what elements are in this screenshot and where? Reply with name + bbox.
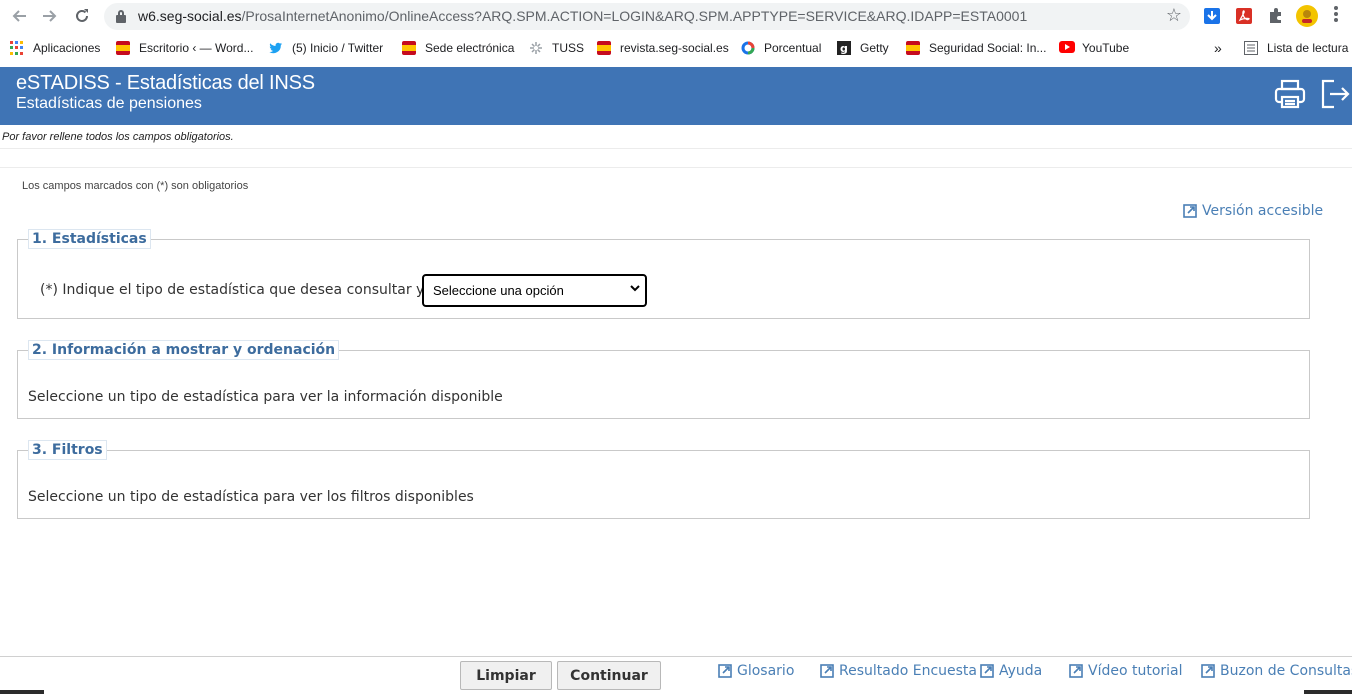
ring-icon [741,41,755,55]
bookmark-tuss[interactable]: TUSS [529,40,584,56]
youtube-icon [1059,41,1075,55]
printer-icon[interactable] [1273,77,1307,111]
footer-link-label: Vídeo tutorial [1088,663,1183,679]
footer-link-label: Resultado Encuesta [839,663,978,679]
reload-icon[interactable] [70,5,94,27]
external-link-icon [1069,664,1083,678]
footer-divider [0,656,1352,657]
bookmark-escritorio[interactable]: Escritorio ‹ — Word... [116,40,253,56]
spain-shield-icon [597,41,611,55]
twitter-icon [269,41,283,55]
bookmarks-overflow-button[interactable]: » [1214,40,1222,56]
forward-arrow-icon[interactable] [38,5,62,27]
bookmark-seguridad[interactable]: Seguridad Social: In... [906,40,1046,56]
bookmark-label: Sede electrónica [425,41,515,55]
bookmark-revista[interactable]: revista.seg-social.es [597,40,729,56]
puzzle-extensions-icon[interactable] [1266,6,1286,26]
continue-button[interactable]: Continuar [557,661,661,690]
star-icon[interactable]: ☆ [1166,5,1182,26]
bookmark-porcentual[interactable]: Porcentual [741,40,821,56]
external-link-icon [820,664,834,678]
lock-icon[interactable] [116,10,126,23]
footer-link-glosario[interactable]: Glosario [718,663,794,679]
bookmarks-bar: Aplicaciones Escritorio ‹ — Word... (5) … [0,33,1352,63]
section-filters: 3. Filtros Seleccione un tipo de estadís… [17,440,1310,519]
statistic-type-select[interactable]: Seleccione una opción [422,274,647,307]
external-link-icon [980,664,994,678]
footer-link-video-tutorial[interactable]: Vídeo tutorial [1069,663,1183,679]
tuss-icon [529,41,543,55]
footer-link-buzon-consultas[interactable]: Buzon de Consultas [1201,663,1352,679]
section-statistics: 1. Estadísticas (*) Indique el tipo de e… [17,229,1310,319]
browser-toolbar: w6.seg-social.es/ProsaInternetAnonimo/On… [0,0,1352,33]
bookmark-sede[interactable]: Sede electrónica [402,40,514,56]
required-fields-notice: Por favor rellene todos los campos oblig… [2,131,234,143]
footer-link-label: Glosario [737,663,795,679]
clear-button[interactable]: Limpiar [460,661,552,690]
bookmark-label: Seguridad Social: In... [929,41,1047,55]
bookmark-getty[interactable]: g Getty [837,40,889,56]
getty-icon: g [837,41,851,55]
back-arrow-icon[interactable] [7,5,31,27]
section-display-info: 2. Información a mostrar y ordenación Se… [17,340,1310,419]
bookmark-label: Porcentual [764,41,822,55]
divider [0,148,1352,149]
download-extension-icon[interactable] [1202,6,1222,26]
url-text: w6.seg-social.es/ProsaInternetAnonimo/On… [138,8,1028,24]
kebab-menu-icon[interactable] [1333,5,1339,26]
spain-shield-icon [906,41,920,55]
statistic-type-prompt: (*) Indique el tipo de estadística que d… [40,282,467,298]
section-filters-text: Seleccione un tipo de estadística para v… [28,489,474,505]
chevron-down-icon [630,285,640,292]
profile-avatar[interactable] [1296,5,1318,27]
spain-shield-icon [402,41,416,55]
section-legend: 3. Filtros [28,440,107,460]
address-bar[interactable]: w6.seg-social.es/ProsaInternetAnonimo/On… [104,3,1190,30]
accessible-version-label: Versión accesible [1202,203,1324,219]
bookmark-label: Getty [860,41,889,55]
required-fields-note: Los campos marcados con (*) son obligato… [22,180,249,192]
footer-link-label: Buzon de Consultas [1220,663,1352,679]
apps-grid-icon [10,41,24,55]
logout-icon[interactable] [1318,77,1352,111]
section-info-text: Seleccione un tipo de estadística para v… [28,389,503,405]
spain-shield-icon [116,41,130,55]
footer-link-resultado-encuesta[interactable]: Resultado Encuesta [820,663,977,679]
pdf-extension-icon[interactable] [1234,6,1254,26]
footer-link-ayuda[interactable]: Ayuda [980,663,1042,679]
external-link-icon [1183,204,1197,218]
bookmark-twitter[interactable]: (5) Inicio / Twitter [269,40,383,56]
bookmark-label: Aplicaciones [33,41,101,55]
bookmark-label: revista.seg-social.es [620,41,729,55]
reading-list-label: Lista de lectura [1267,41,1349,55]
bookmark-label: (5) Inicio / Twitter [292,41,384,55]
svg-text:g: g [840,42,848,55]
bookmark-youtube[interactable]: YouTube [1059,40,1129,56]
reading-list-button[interactable]: Lista de lectura [1244,40,1348,56]
window-bottom-edge [0,690,1352,694]
bookmark-label: TUSS [552,41,585,55]
bookmark-label: YouTube [1082,41,1130,55]
external-link-icon [718,664,732,678]
section-legend: 2. Información a mostrar y ordenación [28,340,340,360]
external-link-icon [1201,664,1215,678]
section-legend: 1. Estadísticas [28,229,151,249]
app-header: eSTADISS - Estadísticas del INSS Estadís… [0,67,1352,125]
bookmark-label: Escritorio ‹ — Word... [139,41,254,55]
accessible-version-link[interactable]: Versión accesible [1183,203,1323,219]
footer-link-label: Ayuda [999,663,1043,679]
app-subtitle: Estadísticas de pensiones [16,95,202,112]
select-value: Seleccione una opción [433,283,564,298]
reading-list-icon [1244,41,1258,55]
bookmark-apps[interactable]: Aplicaciones [10,40,100,56]
divider [0,167,1352,168]
app-title: eSTADISS - Estadísticas del INSS [16,72,315,94]
